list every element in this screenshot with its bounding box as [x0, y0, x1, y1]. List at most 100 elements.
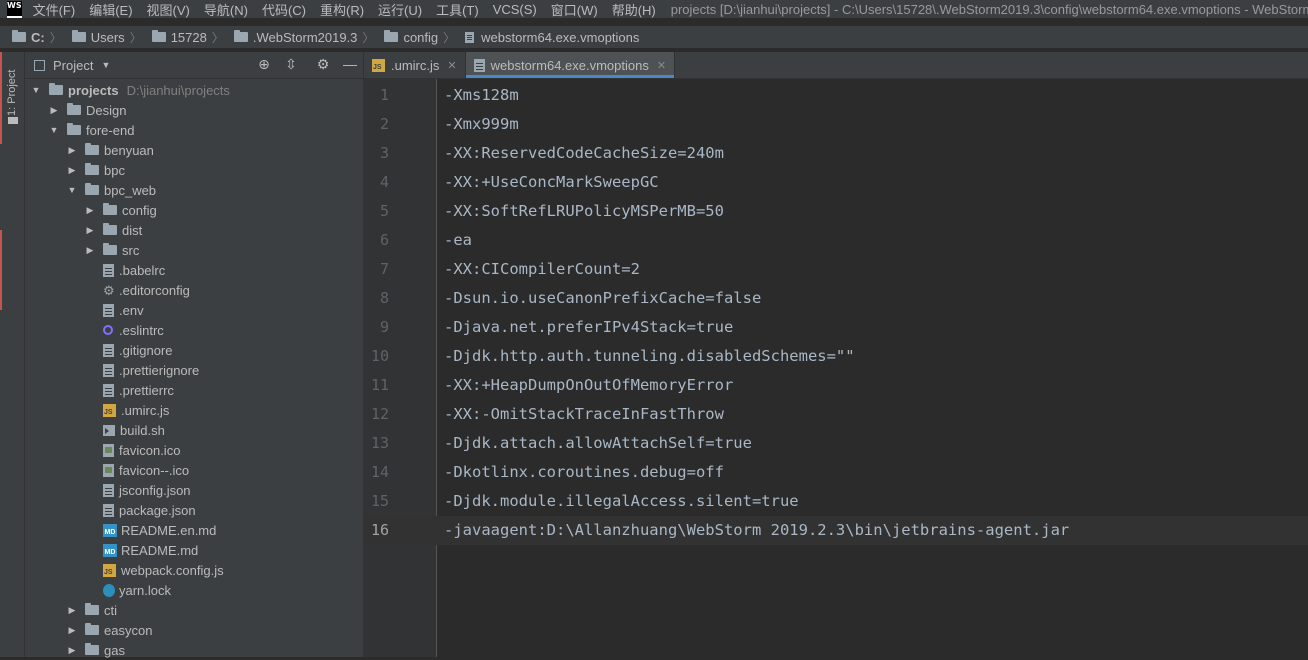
tree-file[interactable]: favicon.ico — [103, 440, 180, 460]
code-text[interactable]: -Djava.net.preferIPv4Stack=true — [444, 313, 733, 342]
menu-edit[interactable]: 编辑(E) — [88, 0, 133, 18]
tree-file[interactable]: yarn.lock — [103, 580, 171, 600]
code-line[interactable]: 6 -ea — [364, 226, 1308, 255]
chevron-right-icon[interactable]: ▶ — [67, 625, 77, 636]
breadcrumb-item[interactable]: .WebStorm2019.3 〉 — [224, 29, 374, 46]
tree-file[interactable]: JS webpack.config.js — [103, 560, 224, 580]
code-text[interactable]: -XX:+UseConcMarkSweepGC — [444, 168, 659, 197]
code-line[interactable]: 4 -XX:+UseConcMarkSweepGC — [364, 168, 1308, 197]
code-text[interactable]: -Xmx999m — [444, 110, 519, 139]
code-text[interactable]: -ea — [444, 226, 472, 255]
menu-vcs[interactable]: VCS(S) — [492, 2, 538, 17]
breadcrumb-item[interactable]: webstorm64.exe.vmoptions — [455, 30, 639, 45]
code-line[interactable]: 9 -Djava.net.preferIPv4Stack=true — [364, 313, 1308, 342]
code-text[interactable]: -javaagent:D:\Allanzhuang\WebStorm 2019.… — [444, 516, 1069, 545]
code-text[interactable]: -Djdk.attach.allowAttachSelf=true — [444, 429, 752, 458]
tree-folder[interactable]: ▶ src — [85, 240, 140, 260]
code-text[interactable]: -XX:SoftRefLRUPolicyMSPerMB=50 — [444, 197, 724, 226]
code-line[interactable]: 13 -Djdk.attach.allowAttachSelf=true — [364, 429, 1308, 458]
tree-folder[interactable]: ▶ gas — [67, 640, 125, 660]
menu-refactor[interactable]: 重构(R) — [319, 0, 365, 18]
tree-file[interactable]: jsconfig.json — [103, 480, 191, 500]
breadcrumb-item[interactable]: Users 〉 — [62, 29, 142, 46]
code-line[interactable]: 3 -XX:ReservedCodeCacheSize=240m — [364, 139, 1308, 168]
chevron-down-icon[interactable]: ▼ — [31, 85, 41, 95]
chevron-right-icon[interactable]: ▶ — [85, 225, 95, 236]
tree-folder[interactable]: ▶ config — [85, 200, 157, 220]
menu-view[interactable]: 视图(V) — [146, 0, 191, 18]
code-text[interactable]: -XX:ReservedCodeCacheSize=240m — [444, 139, 724, 168]
project-view-selector[interactable]: Project — [53, 58, 93, 73]
code-text[interactable]: -Djdk.module.illegalAccess.silent=true — [444, 487, 799, 516]
menu-navigate[interactable]: 导航(N) — [203, 0, 249, 18]
collapse-all-icon[interactable]: ⇳ — [282, 56, 300, 73]
code-line[interactable]: 5 -XX:SoftRefLRUPolicyMSPerMB=50 — [364, 197, 1308, 226]
tree-folder[interactable]: ▼ bpc_web — [67, 180, 157, 200]
code-text[interactable]: -Xms128m — [444, 81, 519, 110]
tree-file[interactable]: .prettierrc — [103, 380, 174, 400]
chevron-right-icon[interactable]: ▶ — [67, 165, 77, 176]
chevron-down-icon[interactable]: ▼ — [49, 125, 59, 135]
tree-file[interactable]: MD README.en.md — [103, 520, 216, 540]
code-line[interactable]: 12 -XX:-OmitStackTraceInFastThrow — [364, 400, 1308, 429]
menu-code[interactable]: 代码(C) — [261, 0, 307, 18]
tree-folder[interactable]: ▶ benyuan — [67, 140, 154, 160]
code-line[interactable]: 2 -Xmx999m — [364, 110, 1308, 139]
chevron-down-icon[interactable]: ▼ — [67, 185, 77, 195]
chevron-right-icon[interactable]: ▶ — [67, 145, 77, 156]
chevron-right-icon[interactable]: ▶ — [85, 205, 95, 216]
menu-help[interactable]: 帮助(H) — [611, 0, 657, 18]
code-text[interactable]: -Dsun.io.useCanonPrefixCache=false — [444, 284, 761, 313]
tree-file[interactable]: JS .umirc.js — [103, 400, 169, 420]
tree-file[interactable]: .env — [103, 300, 144, 320]
tree-folder[interactable]: ▶ cti — [67, 600, 117, 620]
menu-run[interactable]: 运行(U) — [377, 0, 423, 18]
tab-umirc-js[interactable]: JS .umirc.js ✕ — [364, 52, 466, 78]
tree-file[interactable]: .prettierignore — [103, 360, 199, 380]
tree-folder[interactable]: ▼ fore-end — [49, 120, 135, 140]
tree-file[interactable]: package.json — [103, 500, 196, 520]
tree-folder[interactable]: ▶ dist — [85, 220, 143, 240]
tree-file[interactable]: .eslintrc — [103, 320, 164, 340]
tree-file[interactable]: .babelrc — [103, 260, 165, 280]
tree-file[interactable]: build.sh — [103, 420, 165, 440]
code-line[interactable]: 11 -XX:+HeapDumpOnOutOfMemoryError — [364, 371, 1308, 400]
close-icon[interactable]: ✕ — [657, 59, 666, 72]
chevron-right-icon[interactable]: ▶ — [85, 245, 95, 256]
tree-file[interactable]: MD README.md — [103, 540, 198, 560]
menu-window[interactable]: 窗口(W) — [550, 0, 599, 18]
chevron-right-icon[interactable]: ▶ — [49, 105, 59, 116]
code-text[interactable]: -Dkotlinx.coroutines.debug=off — [444, 458, 724, 487]
code-line[interactable]: 14 -Dkotlinx.coroutines.debug=off — [364, 458, 1308, 487]
code-line[interactable]: 16 -javaagent:D:\Allanzhuang\WebStorm 201… — [364, 516, 1308, 545]
code-line[interactable]: 10 -Djdk.http.auth.tunneling.disabledSche… — [364, 342, 1308, 371]
tab-vmoptions[interactable]: webstorm64.exe.vmoptions ✕ — [465, 52, 676, 78]
breadcrumb-item[interactable]: C: 〉 — [0, 29, 62, 46]
code-text[interactable]: -XX:+HeapDumpOnOutOfMemoryError — [444, 371, 733, 400]
code-text[interactable]: -Djdk.http.auth.tunneling.disabledScheme… — [444, 342, 855, 371]
menu-file[interactable]: 文件(F) — [32, 0, 77, 18]
breadcrumb-item[interactable]: config 〉 — [374, 29, 455, 46]
tree-file[interactable]: .gitignore — [103, 340, 172, 360]
code-line[interactable]: 1 -Xms128m — [364, 81, 1308, 110]
code-line[interactable]: 8 -Dsun.io.useCanonPrefixCache=false — [364, 284, 1308, 313]
code-text[interactable]: -XX:-OmitStackTraceInFastThrow — [444, 400, 724, 429]
breadcrumb-item[interactable]: 15728 〉 — [142, 29, 224, 46]
menu-tools[interactable]: 工具(T) — [435, 0, 480, 18]
hide-panel-icon[interactable]: — — [341, 56, 359, 72]
close-icon[interactable]: ✕ — [447, 59, 456, 72]
tree-folder[interactable]: ▶ Design — [49, 100, 127, 120]
chevron-right-icon[interactable]: ▶ — [67, 605, 77, 616]
tree-folder[interactable]: ▶ bpc — [67, 160, 125, 180]
gear-icon[interactable]: ⚙ — [314, 56, 332, 73]
tree-folder[interactable]: ▼ projects D:\jianhui\projects — [31, 80, 230, 100]
code-text[interactable]: -XX:CICompilerCount=2 — [444, 255, 640, 284]
code-line[interactable]: 7 -XX:CICompilerCount=2 — [364, 255, 1308, 284]
tree-folder[interactable]: ▶ easycon — [67, 620, 153, 640]
code-line[interactable]: 15 -Djdk.module.illegalAccess.silent=true — [364, 487, 1308, 516]
chevron-down-icon[interactable]: ▼ — [101, 60, 110, 70]
tree-file[interactable]: ⚙ .editorconfig — [103, 280, 190, 300]
locate-target-icon[interactable]: ⊕ — [255, 56, 273, 73]
chevron-right-icon[interactable]: ▶ — [67, 645, 77, 656]
tree-file[interactable]: favicon--.ico — [103, 460, 189, 480]
